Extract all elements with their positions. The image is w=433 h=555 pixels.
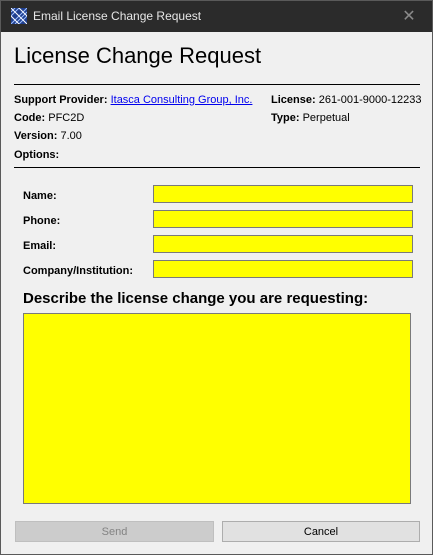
license-change-dialog: Email License Change Request ✕ License C… — [0, 0, 433, 555]
cancel-button[interactable]: Cancel — [222, 521, 420, 542]
support-provider-label: Support Provider: — [14, 94, 108, 106]
send-button[interactable]: Send — [15, 521, 214, 542]
code-label: Code: — [14, 112, 46, 124]
support-provider-link[interactable]: Itasca Consulting Group, Inc. — [111, 94, 253, 106]
describe-textarea[interactable] — [23, 313, 411, 504]
describe-label: Describe the license change you are requ… — [23, 290, 369, 307]
type-value: Perpetual — [302, 112, 350, 124]
page-title: License Change Request — [14, 43, 262, 68]
license-value: 261-001-9000-12233 — [318, 94, 422, 106]
email-field[interactable] — [153, 235, 413, 253]
app-logo-icon — [10, 7, 28, 25]
options-label: Options: — [14, 149, 60, 161]
title-bar[interactable]: Email License Change Request ✕ — [1, 1, 432, 32]
name-label: Name: — [23, 190, 57, 202]
top-divider — [14, 84, 420, 85]
name-field[interactable] — [153, 185, 413, 203]
window-title: Email License Change Request — [33, 9, 202, 23]
email-label: Email: — [23, 240, 57, 252]
code-value: PFC2D — [48, 112, 85, 124]
version-value: 7.00 — [60, 130, 82, 142]
close-icon[interactable]: ✕ — [386, 1, 432, 32]
support-provider-row: Support Provider: Itasca Consulting Grou… — [14, 94, 252, 106]
phone-label: Phone: — [23, 215, 61, 227]
phone-field[interactable] — [153, 210, 413, 228]
options-row: Options: — [14, 149, 59, 161]
license-row: License: 261-001-9000-12233 — [271, 94, 421, 106]
type-label: Type: — [271, 112, 300, 124]
middle-divider — [14, 167, 420, 168]
version-row: Version: 7.00 — [14, 130, 82, 142]
company-field[interactable] — [153, 260, 413, 278]
company-label: Company/Institution: — [23, 265, 133, 277]
code-row: Code: PFC2D — [14, 112, 84, 124]
version-label: Version: — [14, 130, 58, 142]
license-label: License: — [271, 94, 316, 106]
type-row: Type: Perpetual — [271, 112, 350, 124]
